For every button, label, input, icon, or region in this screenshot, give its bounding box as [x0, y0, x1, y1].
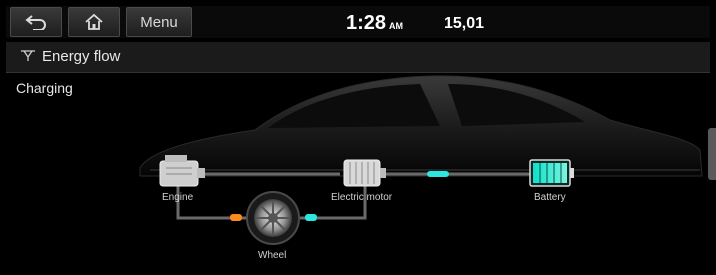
electric-motor-icon: [343, 159, 386, 187]
battery-label: Battery: [534, 192, 566, 203]
engine-wheel-flow-dot: [230, 214, 242, 221]
electric-motor-label: Electric motor: [331, 192, 393, 203]
motor-battery-flow-dot: [427, 171, 449, 177]
energy-flow-diagram: [139, 75, 703, 245]
side-panel-handle[interactable]: [708, 128, 716, 180]
wheel-motor-flow-dot: [305, 214, 317, 221]
battery-icon: [529, 159, 574, 187]
wheel-icon: [246, 191, 300, 245]
wheel-label: Wheel: [258, 250, 287, 261]
car-silhouette: [139, 75, 703, 177]
engine-label: Engine: [162, 192, 194, 203]
screen: Menu 1:28AM 15,01 Energy flow Charging: [0, 0, 716, 275]
